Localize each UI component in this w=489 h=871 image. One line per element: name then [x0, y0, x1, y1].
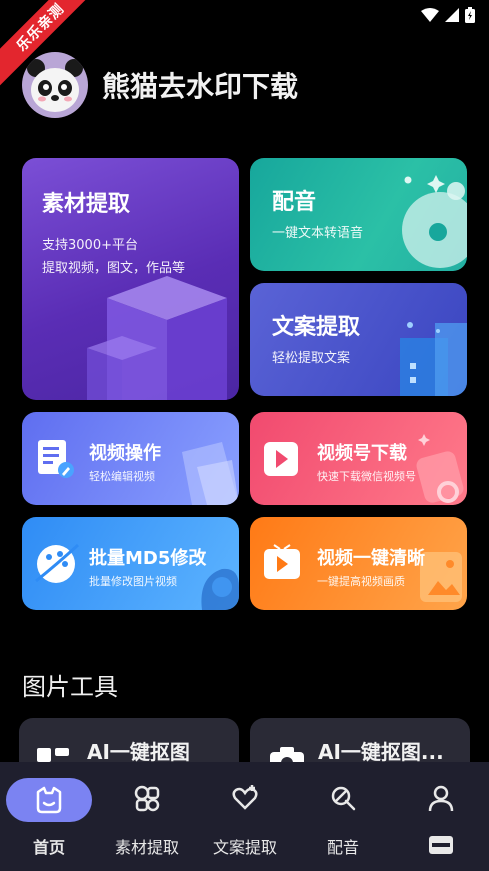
tab-home-label: 首页	[32, 838, 65, 857]
channel-title: 视频号下载	[317, 443, 407, 464]
material-extract-card[interactable]: 素材提取 支持3000+平台 提取视频，图文，作品等	[22, 158, 239, 400]
signal-icon	[445, 8, 459, 22]
hd-subtitle: 一键提高视频画质	[317, 575, 405, 588]
copy-extract-card[interactable]: 文案提取 轻松提取文案	[250, 283, 467, 396]
home-icon	[36, 786, 62, 814]
tab-voice[interactable]: 配音	[294, 762, 392, 862]
voice-card-subtitle: 一键文本转语音	[272, 226, 364, 241]
video-op-title: 视频操作	[89, 443, 161, 464]
tab-home[interactable]: 首页	[0, 762, 98, 862]
material-card-title: 素材提取	[42, 192, 131, 217]
image-tools-heading: 图片工具	[22, 673, 118, 701]
voice-icon	[331, 786, 356, 811]
tool-2-label: AI一键抠图...	[318, 740, 444, 764]
ticket-icon	[429, 836, 453, 854]
channel-download-card[interactable]: 视频号下载 快速下载微信视频号	[250, 412, 467, 505]
tab-voice-label: 配音	[326, 838, 359, 857]
voice-card[interactable]: 配音 一键文本转语音	[250, 158, 467, 271]
battery-icon	[465, 7, 475, 23]
tab-profile[interactable]	[392, 762, 489, 862]
hd-title: 视频一键清晰	[317, 548, 425, 569]
panda-avatar[interactable]	[22, 52, 88, 118]
voice-card-title: 配音	[272, 190, 317, 215]
profile-icon	[428, 785, 454, 812]
md5-subtitle: 批量修改图片视频	[89, 575, 177, 588]
tool-1-label: AI一键抠图	[87, 740, 190, 764]
app-title: 熊猫去水印下载	[102, 70, 299, 103]
tab-copy[interactable]: 文案提取	[196, 762, 294, 862]
bottom-tab-bar: 首页 素材提取 文案提取 配音	[0, 762, 489, 871]
material-icon	[134, 785, 160, 812]
video-op-subtitle: 轻松编辑视频	[89, 470, 155, 483]
copy-card-subtitle: 轻松提取文案	[272, 351, 351, 366]
status-icons	[421, 7, 475, 23]
app-header: 熊猫去水印下载	[22, 52, 298, 118]
video-hd-card[interactable]: 视频一键清晰 一键提高视频画质	[250, 517, 467, 610]
md5-modify-card[interactable]: 批量MD5修改 批量修改图片视频	[22, 517, 239, 610]
tab-copy-label: 文案提取	[212, 838, 277, 857]
tab-material[interactable]: 素材提取	[98, 762, 196, 862]
material-card-line2: 提取视频，图文，作品等	[42, 261, 186, 276]
wifi-icon	[421, 8, 439, 22]
material-card-line1: 支持3000+平台	[42, 238, 138, 253]
tab-material-label: 素材提取	[114, 838, 179, 857]
copy-icon	[232, 785, 258, 810]
copy-card-title: 文案提取	[272, 315, 361, 340]
md5-title: 批量MD5修改	[89, 548, 207, 569]
channel-subtitle: 快速下载微信视频号	[317, 470, 416, 483]
video-operation-card[interactable]: 视频操作 轻松编辑视频	[22, 412, 239, 505]
panda-icon	[27, 59, 83, 112]
